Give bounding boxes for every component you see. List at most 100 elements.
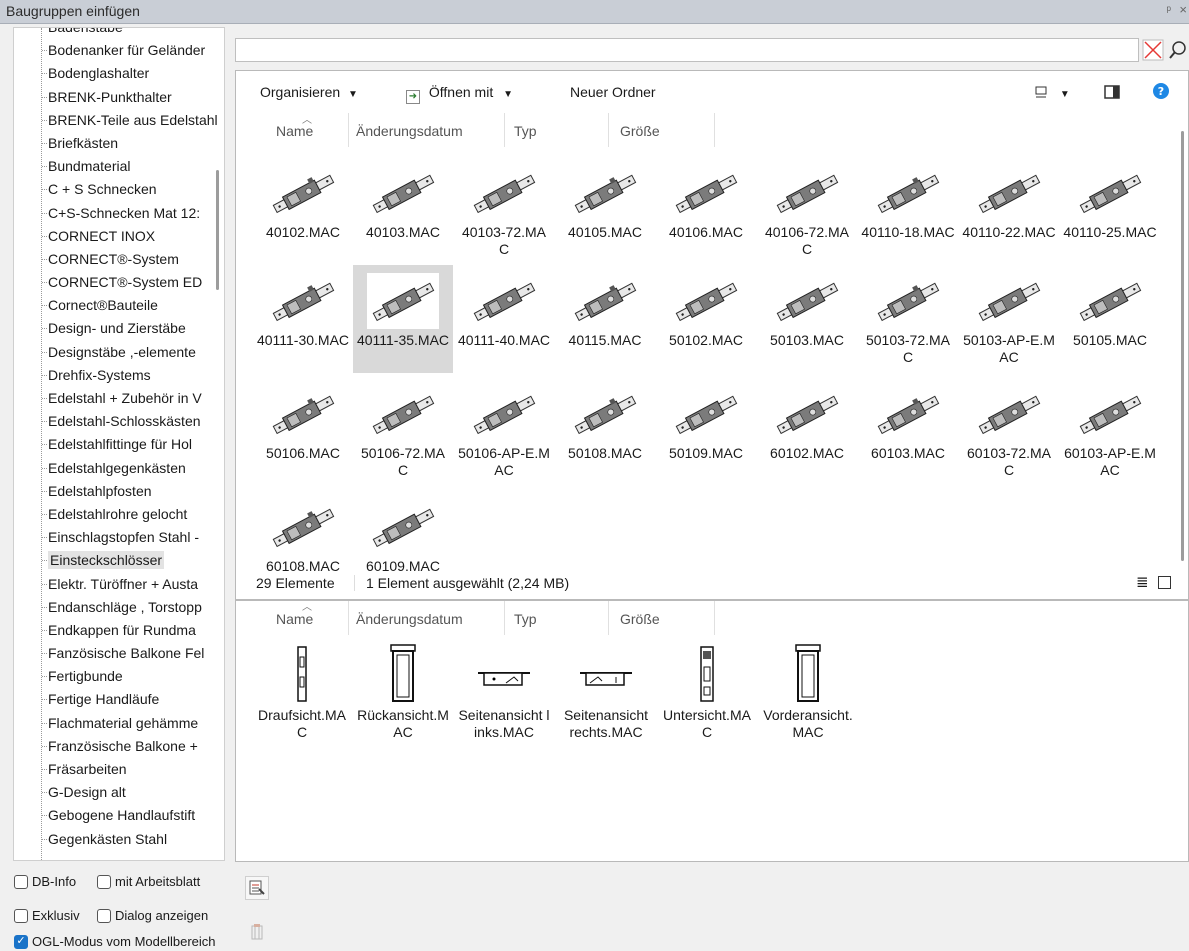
file-item[interactable]: 50106-72.MAC: [353, 378, 453, 486]
tree-item[interactable]: BRENK-Punkthalter: [14, 86, 219, 109]
dialog-anzeigen-checkbox[interactable]: [97, 908, 111, 923]
file-item[interactable]: 40103-72.MAC: [454, 157, 554, 265]
tree-item[interactable]: Designstäbe ,-elemente: [14, 341, 219, 364]
exklusiv-option[interactable]: Exklusiv: [14, 908, 80, 923]
tree-item[interactable]: Briefkästen: [14, 132, 219, 155]
tree-item[interactable]: Edelstahlpfosten: [14, 480, 219, 503]
search-button[interactable]: [1167, 39, 1189, 61]
column-name[interactable]: Name: [276, 609, 313, 629]
file-item[interactable]: 50103-AP-E.MAC: [959, 265, 1059, 373]
file-item[interactable]: 40106-72.MAC: [757, 157, 857, 265]
tree-item[interactable]: Drehfix-Systems: [14, 364, 219, 387]
column-separator[interactable]: [714, 113, 715, 147]
file-item[interactable]: 40103.MAC: [353, 157, 453, 265]
view-file-item[interactable]: Draufsicht.MAC: [252, 643, 352, 741]
worksheet-button[interactable]: [245, 876, 269, 900]
db-info-checkbox[interactable]: [14, 874, 28, 889]
column-separator[interactable]: [714, 601, 715, 635]
column-separator[interactable]: [348, 113, 349, 147]
mit-arbeitsblatt-option[interactable]: mit Arbeitsblatt: [97, 874, 200, 889]
file-scrollbar[interactable]: [1181, 131, 1184, 561]
exklusiv-checkbox[interactable]: [14, 908, 28, 923]
file-item[interactable]: 60102.MAC: [757, 378, 857, 486]
tree-item[interactable]: Bundmaterial: [14, 155, 219, 178]
tree-item[interactable]: CORNECT®-System: [14, 248, 219, 271]
file-item[interactable]: 40110-18.MAC: [858, 157, 958, 265]
file-item[interactable]: 40111-40.MAC: [454, 265, 554, 373]
column-name[interactable]: Name: [276, 121, 313, 141]
file-item[interactable]: 40111-35.MAC: [353, 265, 453, 373]
tree-item[interactable]: Fanzösische Balkone Fel: [14, 642, 219, 665]
file-item[interactable]: 40106.MAC: [656, 157, 756, 265]
file-item[interactable]: 40105.MAC: [555, 157, 655, 265]
column-type[interactable]: Typ: [514, 609, 537, 629]
tree-item[interactable]: C + S Schnecken: [14, 178, 219, 201]
search-input[interactable]: [235, 38, 1139, 62]
tree-item[interactable]: G-Design alt: [14, 781, 219, 804]
open-with-menu[interactable]: ➜ Öffnen mit ▼: [406, 81, 513, 104]
tiles-view-icon[interactable]: [1158, 576, 1171, 589]
column-separator[interactable]: [608, 601, 609, 635]
tree-item[interactable]: CORNECT®-System ED: [14, 271, 219, 294]
tree-item[interactable]: Edelstahl + Zubehör in V: [14, 387, 219, 410]
file-item[interactable]: 60103.MAC: [858, 378, 958, 486]
view-file-item[interactable]: Seitenansicht rechts.MAC: [556, 643, 656, 741]
mit-arbeitsblatt-checkbox[interactable]: [97, 874, 111, 889]
tree-item[interactable]: Gebogene Handlaufstift: [14, 804, 219, 827]
view-file-item[interactable]: Untersicht.MAC: [657, 643, 757, 741]
help-button[interactable]: ?: [1152, 81, 1170, 103]
view-mode-menu[interactable]: ▼: [1034, 81, 1070, 103]
details-view-icon[interactable]: ≣: [1136, 571, 1149, 595]
file-item[interactable]: 40110-22.MAC: [959, 157, 1059, 265]
tree-item[interactable]: Flachmaterial gehämme: [14, 712, 219, 735]
tree-item[interactable]: Cornect®Bauteile: [14, 294, 219, 317]
ogl-modus-option[interactable]: ✓ OGL-Modus vom Modellbereich: [14, 934, 216, 949]
file-item[interactable]: 60103-AP-E.MAC: [1060, 378, 1160, 486]
dialog-anzeigen-option[interactable]: Dialog anzeigen: [97, 908, 208, 923]
file-item[interactable]: 50105.MAC: [1060, 265, 1160, 373]
file-item[interactable]: 40110-25.MAC: [1060, 157, 1160, 265]
tree-item[interactable]: Edelstahl-Schlosskästen: [14, 410, 219, 433]
view-file-item[interactable]: Seitenansicht links.MAC: [454, 643, 554, 741]
tree-item[interactable]: Französische Balkone +: [14, 735, 219, 758]
tree-item[interactable]: Fertigbunde: [14, 665, 219, 688]
file-item[interactable]: 50103-72.MAC: [858, 265, 958, 373]
file-item[interactable]: 50106.MAC: [253, 378, 353, 486]
tree-item[interactable]: Bodenanker für Geländer: [14, 39, 219, 62]
tree-item[interactable]: Edelstahlfittinge für Hol: [14, 433, 219, 456]
insert-part-button[interactable]: [245, 920, 269, 944]
tree-item[interactable]: Endkappen für Rundma: [14, 619, 219, 642]
tree-item[interactable]: Edelstahlgegenkästen: [14, 457, 219, 480]
new-folder-button[interactable]: Neuer Ordner: [570, 81, 656, 103]
tree-item[interactable]: Gegenkästen Stahl: [14, 828, 219, 851]
ogl-modus-checkbox[interactable]: ✓: [14, 934, 28, 949]
organize-menu[interactable]: Organisieren ▼: [260, 81, 358, 103]
tree-item[interactable]: Badenstäbe: [14, 28, 219, 39]
tree-item[interactable]: Elektr. Türöffner + Austa: [14, 573, 219, 596]
file-item[interactable]: 40102.MAC: [253, 157, 353, 265]
preview-pane-button[interactable]: [1104, 81, 1120, 103]
column-size[interactable]: Größe: [620, 121, 660, 141]
column-separator[interactable]: [348, 601, 349, 635]
column-size[interactable]: Größe: [620, 609, 660, 629]
file-item[interactable]: 60103-72.MAC: [959, 378, 1059, 486]
tree-item[interactable]: CORNECT INOX: [14, 225, 219, 248]
tree-item[interactable]: BRENK-Teile aus Edelstahl: [14, 109, 219, 132]
file-item[interactable]: 40111-30.MAC: [253, 265, 353, 373]
file-item[interactable]: 50109.MAC: [656, 378, 756, 486]
pin-icon[interactable]: ᵖ: [1166, 3, 1171, 17]
clear-search-button[interactable]: [1142, 39, 1164, 61]
column-type[interactable]: Typ: [514, 121, 537, 141]
column-separator[interactable]: [504, 113, 505, 147]
column-separator[interactable]: [608, 113, 609, 147]
file-item[interactable]: 50108.MAC: [555, 378, 655, 486]
file-item[interactable]: 50102.MAC: [656, 265, 756, 373]
file-item[interactable]: 50106-AP-E.MAC: [454, 378, 554, 486]
close-icon[interactable]: ×: [1179, 2, 1187, 17]
column-date[interactable]: Änderungsdatum: [356, 609, 463, 629]
tree-item[interactable]: Bodenglashalter: [14, 62, 219, 85]
file-item[interactable]: 40115.MAC: [555, 265, 655, 373]
category-tree[interactable]: Badenstäbe Bodenanker für Geländer Bodengl…: [13, 27, 225, 861]
tree-item[interactable]: Design- und Zierstäbe: [14, 317, 219, 340]
tree-item[interactable]: Fräsarbeiten: [14, 758, 219, 781]
